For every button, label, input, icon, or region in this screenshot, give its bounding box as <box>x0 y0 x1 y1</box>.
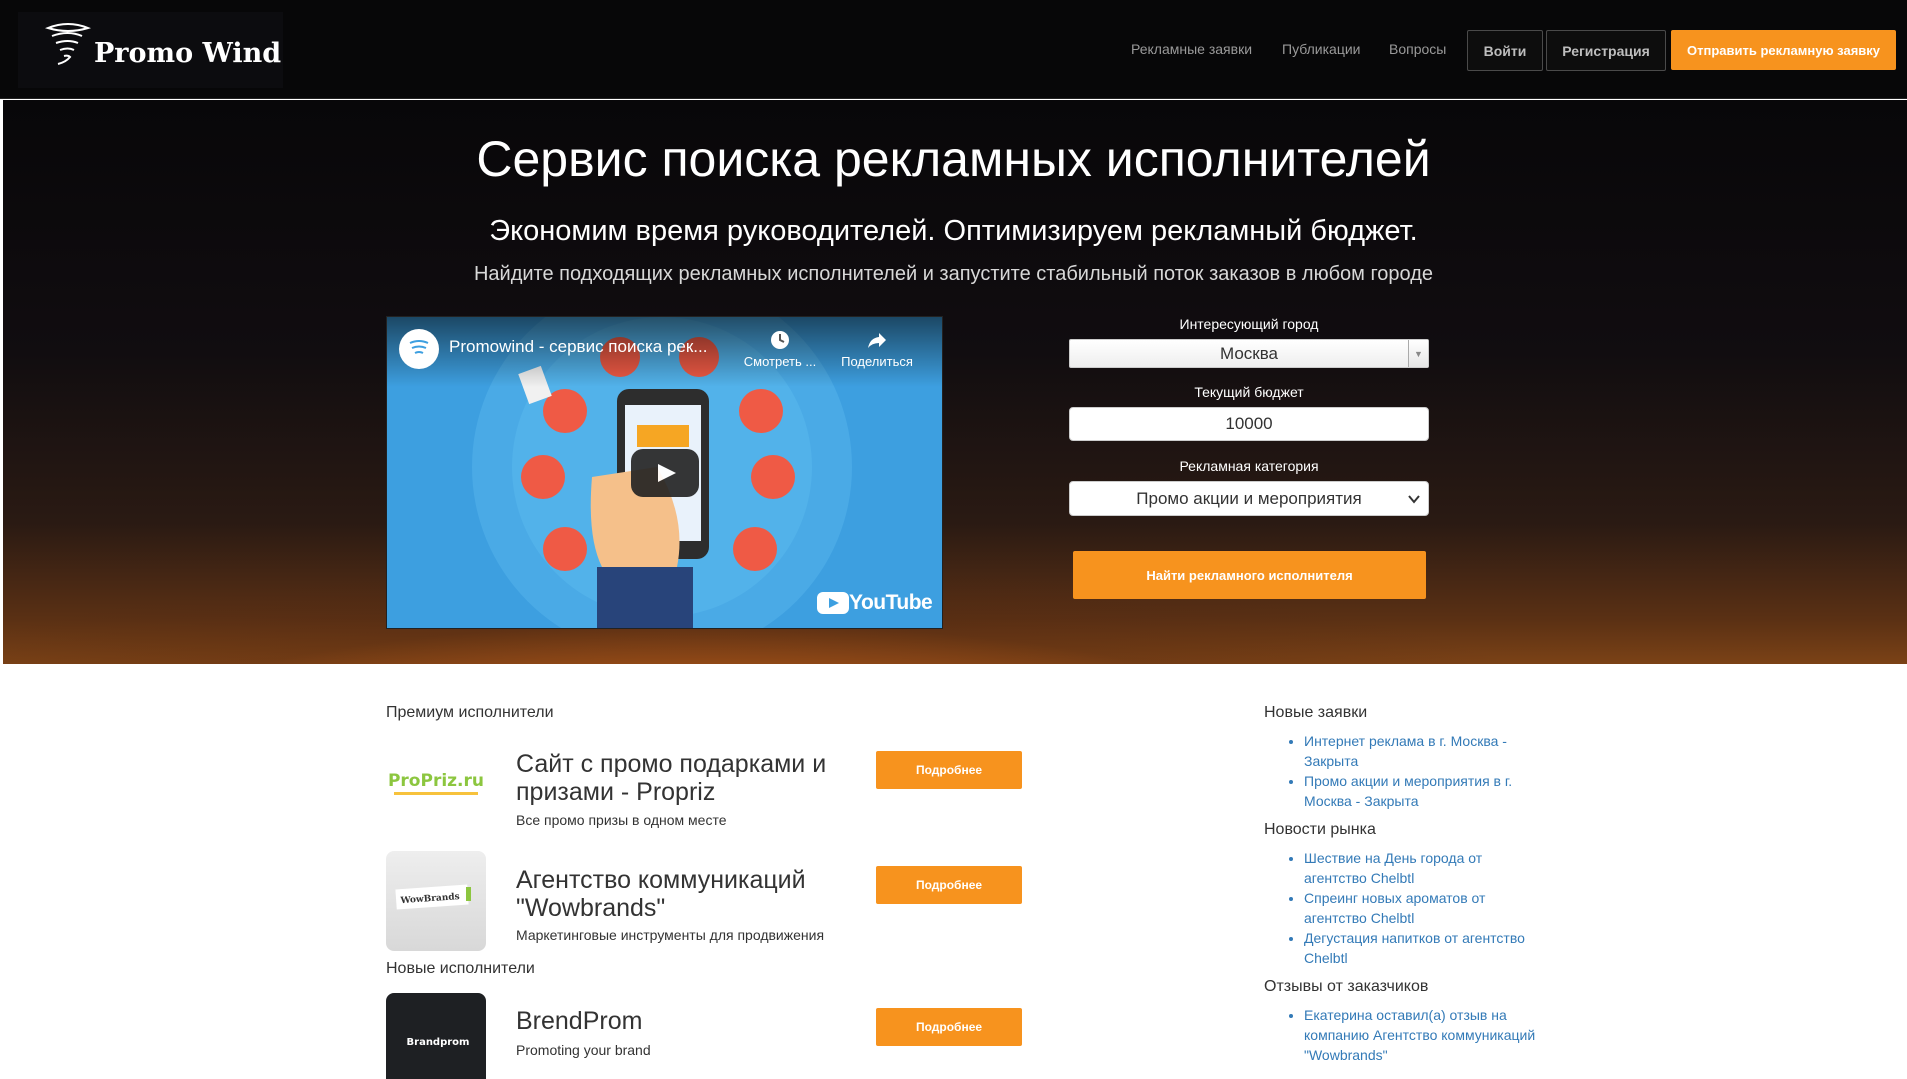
brand-logo[interactable]: Promo Wind <box>18 12 283 88</box>
brendprom-logo[interactable]: Brandprom <box>386 993 486 1079</box>
share-icon <box>868 333 886 348</box>
brendprom-logo-image: Brandprom <box>407 1037 470 1048</box>
list-item[interactable]: Шествие на День города от агентство Chel… <box>1304 848 1544 888</box>
propriz-logo-text: ProPriz.ru <box>388 771 484 791</box>
brendprom-logo-text: Brandprom <box>407 1037 470 1048</box>
chevron-down-icon <box>1408 495 1420 504</box>
hero-description: Найдите подходящих рекламных исполнителе… <box>473 263 1434 285</box>
request-link[interactable]: Промо акции и мероприятия в г. Москва - … <box>1304 773 1512 809</box>
youtube-label: YouTube <box>849 591 933 614</box>
brand-name: Promo Wind <box>94 38 282 69</box>
request-link[interactable]: Интернет реклама в г. Москва - Закрыта <box>1304 733 1507 769</box>
premium-heading: Премиум исполнители <box>386 704 554 721</box>
market-news-heading: Новости рынка <box>1264 821 1376 838</box>
tornado-icon <box>44 23 92 65</box>
category-select[interactable]: Промо акции и мероприятия <box>1069 481 1429 516</box>
list-item[interactable]: Промо акции и мероприятия в г. Москва - … <box>1304 771 1544 811</box>
channel-avatar[interactable] <box>399 329 439 369</box>
chevron-down-icon: ▼ <box>1408 340 1428 367</box>
hero-title: Сервис поиска рекламных исполнителей <box>476 131 1431 187</box>
new-requests-list: Интернет реклама в г. Москва - Закрыта П… <box>1304 731 1544 811</box>
youtube-icon <box>817 592 849 614</box>
share-button[interactable]: Поделиться <box>832 329 922 369</box>
share-label: Поделиться <box>841 354 913 369</box>
list-item[interactable]: Спреинг новых ароматов от агентство Chel… <box>1304 888 1544 928</box>
top-navbar: Promo Wind Рекламные заявки Публикации В… <box>0 0 1907 99</box>
market-news-list: Шествие на День города от агентство Chel… <box>1304 848 1544 968</box>
play-button[interactable] <box>631 449 699 497</box>
register-button[interactable]: Регистрация <box>1546 30 1666 71</box>
hero-subtitle: Экономим время руководителей. Оптимизиру… <box>489 215 1418 247</box>
city-value: Москва <box>1219 343 1279 363</box>
city-label: Интересующий город <box>1179 316 1319 332</box>
nav-link-ad-requests[interactable]: Рекламные заявки <box>1131 41 1252 57</box>
performer-description: Promoting your brand <box>516 1042 651 1058</box>
youtube-logo[interactable]: YouTube <box>817 591 933 615</box>
nav-link-questions[interactable]: Вопросы <box>1389 41 1446 57</box>
performer-title[interactable]: Агентство коммуникаций "Wowbrands" <box>516 866 846 922</box>
details-button[interactable]: Подробнее <box>876 866 1022 904</box>
list-item[interactable]: Екатерина оставил(а) отзыв на компанию А… <box>1304 1005 1544 1065</box>
login-button[interactable]: Войти <box>1467 30 1543 71</box>
details-button[interactable]: Подробнее <box>876 1008 1022 1046</box>
performer-description: Все промо призы в одном месте <box>516 812 727 828</box>
nav-link-publications[interactable]: Публикации <box>1282 41 1360 57</box>
list-item[interactable]: Дегустация напитков от агентство Chelbtl <box>1304 928 1544 968</box>
category-value: Промо акции и мероприятия <box>1136 488 1362 508</box>
list-item[interactable]: Интернет реклама в г. Москва - Закрыта <box>1304 731 1544 771</box>
new-performers-heading: Новые исполнители <box>386 960 535 977</box>
news-link[interactable]: Спреинг новых ароматов от агентство Chel… <box>1304 890 1485 926</box>
review-link[interactable]: Екатерина оставил(а) отзыв на компанию А… <box>1304 1007 1535 1063</box>
tornado-icon <box>409 340 429 354</box>
find-performer-button[interactable]: Найти рекламного исполнителя <box>1073 551 1426 599</box>
details-button[interactable]: Подробнее <box>876 751 1022 789</box>
submit-ad-request-button[interactable]: Отправить рекламную заявку <box>1671 30 1896 70</box>
new-requests-heading: Новые заявки <box>1264 704 1368 721</box>
play-icon <box>658 464 676 482</box>
news-link[interactable]: Дегустация напитков от агентство Chelbtl <box>1304 930 1525 966</box>
reviews-list: Екатерина оставил(а) отзыв на компанию А… <box>1304 1005 1544 1065</box>
clock-icon <box>771 331 789 349</box>
budget-input[interactable]: 10000 <box>1069 407 1429 441</box>
reviews-heading: Отзывы от заказчиков <box>1264 978 1429 995</box>
watch-later-label: Смотреть ... <box>743 354 817 369</box>
youtube-video-embed[interactable]: Promowind - сервис поиска рек... Смотрет… <box>386 316 943 629</box>
news-link[interactable]: Шествие на День города от агентство Chel… <box>1304 850 1482 886</box>
category-label: Рекламная категория <box>1179 458 1319 474</box>
performer-description: Маркетинговые инструменты для продвижени… <box>516 927 825 943</box>
performer-title[interactable]: Сайт с промо подарками и призами - Propr… <box>516 750 846 806</box>
propriz-logo[interactable]: ProPriz.ru <box>386 730 486 830</box>
budget-value: 10000 <box>1225 414 1273 433</box>
wowbrands-logo[interactable]: WowBrands <box>386 851 486 951</box>
propriz-logo-image: ProPriz.ru <box>386 730 486 830</box>
budget-label: Текущий бюджет <box>1194 384 1304 400</box>
city-select[interactable]: Москва ▼ <box>1069 339 1429 368</box>
wowbrands-logo-image: WowBrands <box>395 884 471 910</box>
watch-later-button[interactable]: Смотреть ... <box>740 329 820 369</box>
video-title[interactable]: Promowind - сервис поиска рек... <box>449 337 707 357</box>
performer-title[interactable]: BrendProm <box>516 1007 846 1035</box>
